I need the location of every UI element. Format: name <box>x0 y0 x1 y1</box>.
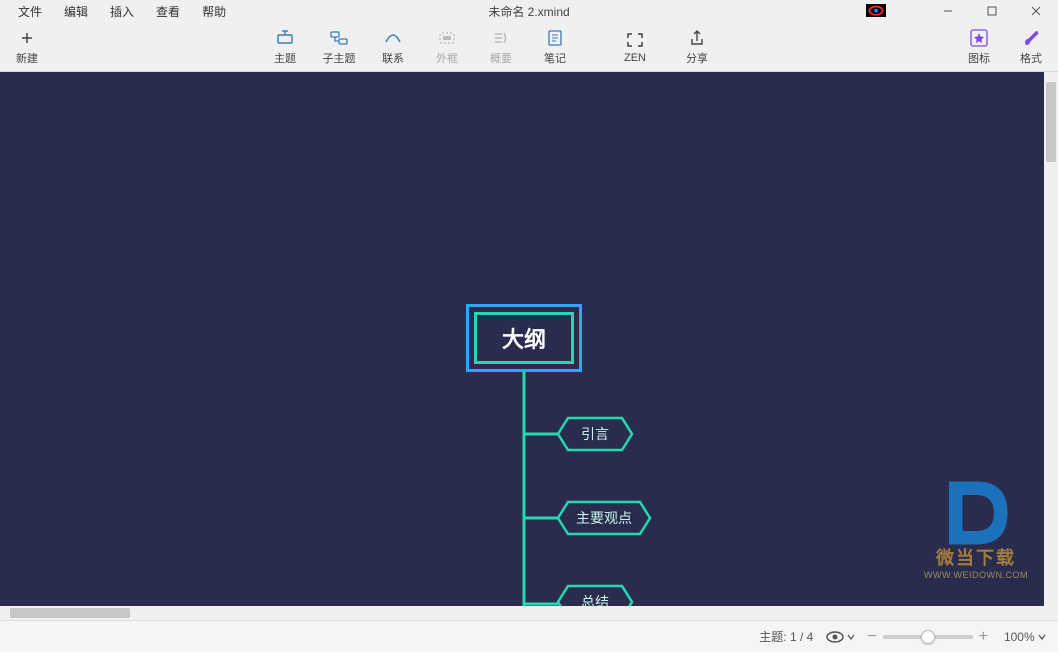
menu-view[interactable]: 查看 <box>146 1 190 22</box>
toolbar-icon-button[interactable]: 图标 <box>960 27 998 66</box>
brush-icon <box>1022 27 1040 49</box>
mindmap-canvas[interactable]: 大纲 引言 主要观点 总结 <box>0 72 1044 606</box>
toolbar-note-button[interactable]: 笔记 <box>536 27 574 66</box>
menu-insert[interactable]: 插入 <box>100 1 144 22</box>
boundary-icon <box>438 27 456 49</box>
mindmap-root-node[interactable]: 大纲 <box>466 304 582 372</box>
window-close-button[interactable] <box>1014 0 1058 22</box>
toolbar-icon-label: 图标 <box>968 50 990 66</box>
watermark-url: WWW.WEIDOWN.COM <box>924 570 1028 580</box>
canvas-area: 大纲 引言 主要观点 总结 <box>0 72 1058 620</box>
toolbar: 新建 主题 子主题 联系 外框 概要 笔记 ZEN <box>0 22 1058 72</box>
vertical-scroll-thumb[interactable] <box>1046 82 1056 162</box>
toolbar-new-button[interactable]: 新建 <box>8 27 46 66</box>
mindmap-child-label: 总结 <box>581 592 609 606</box>
topic-icon <box>276 27 294 49</box>
watermark: 微当下载 WWW.WEIDOWN.COM <box>924 468 1028 580</box>
horizontal-scroll-thumb[interactable] <box>10 608 130 618</box>
toolbar-subtopic-button[interactable]: 子主题 <box>320 27 358 66</box>
mindmap-child-node[interactable]: 引言 <box>556 416 634 452</box>
toolbar-subtopic-label: 子主题 <box>323 50 356 66</box>
toolbar-note-label: 笔记 <box>544 50 566 66</box>
toolbar-topic-label: 主题 <box>274 50 296 66</box>
toolbar-format-button[interactable]: 格式 <box>1012 27 1050 66</box>
statusbar: 主题: 1 / 4 − + 100% <box>0 620 1058 652</box>
zoom-percent-value: 100% <box>1004 630 1035 644</box>
mindmap-root-label: 大纲 <box>474 312 574 364</box>
zoom-slider-thumb[interactable] <box>921 630 935 644</box>
toolbar-format-label: 格式 <box>1020 50 1042 66</box>
eye-icon <box>825 630 845 644</box>
toolbar-relation-button[interactable]: 联系 <box>374 27 412 66</box>
subtopic-icon <box>330 27 348 49</box>
window-minimize-button[interactable] <box>926 0 970 22</box>
note-icon <box>547 27 563 49</box>
connector-lines <box>518 372 618 606</box>
mindmap-child-node[interactable]: 总结 <box>556 584 634 606</box>
watermark-text: 微当下载 <box>924 544 1028 570</box>
menu-help[interactable]: 帮助 <box>192 1 236 22</box>
plus-icon <box>19 27 35 49</box>
chevron-down-icon <box>1038 633 1046 641</box>
menu-bar: 文件 编辑 插入 查看 帮助 <box>0 1 236 22</box>
horizontal-scrollbar[interactable] <box>0 606 1044 620</box>
mindmap-child-label: 引言 <box>581 424 609 444</box>
zoom-in-button[interactable]: + <box>979 628 988 646</box>
zen-icon <box>626 29 644 51</box>
eye-badge-icon <box>866 4 886 18</box>
star-icon <box>970 27 988 49</box>
toolbar-boundary-button[interactable]: 外框 <box>428 27 466 66</box>
toolbar-new-label: 新建 <box>16 50 38 66</box>
toolbar-summary-label: 概要 <box>490 50 512 66</box>
toolbar-share-label: 分享 <box>686 50 708 66</box>
summary-icon <box>492 27 510 49</box>
share-icon <box>689 27 705 49</box>
toolbar-share-button[interactable]: 分享 <box>678 27 716 66</box>
zoom-percent[interactable]: 100% <box>1000 630 1046 644</box>
status-topic-label: 主题: <box>759 630 786 644</box>
mindmap-child-label: 主要观点 <box>576 508 632 528</box>
window-title: 未命名 2.xmind <box>488 3 569 20</box>
toolbar-zen-button[interactable]: ZEN <box>616 29 654 64</box>
mindmap-child-node[interactable]: 主要观点 <box>556 500 652 536</box>
window-maximize-button[interactable] <box>970 0 1014 22</box>
toolbar-topic-button[interactable]: 主题 <box>266 27 304 66</box>
zoom-out-button[interactable]: − <box>867 628 876 646</box>
watermark-logo-icon <box>931 468 1021 548</box>
status-visibility-button[interactable] <box>825 630 855 644</box>
menu-file[interactable]: 文件 <box>8 1 52 22</box>
vertical-scrollbar[interactable] <box>1044 72 1058 620</box>
status-topic: 主题: 1 / 4 <box>759 628 813 645</box>
toolbar-relation-label: 联系 <box>382 50 404 66</box>
zoom-controls: − + <box>867 628 988 646</box>
toolbar-zen-label: ZEN <box>624 52 646 64</box>
status-topic-count: 1 / 4 <box>790 630 813 644</box>
chevron-down-icon <box>847 633 855 641</box>
toolbar-boundary-label: 外框 <box>436 50 458 66</box>
zoom-slider[interactable] <box>883 635 973 639</box>
relation-icon <box>384 27 402 49</box>
menu-edit[interactable]: 编辑 <box>54 1 98 22</box>
titlebar: 文件 编辑 插入 查看 帮助 未命名 2.xmind <box>0 0 1058 22</box>
toolbar-summary-button[interactable]: 概要 <box>482 27 520 66</box>
